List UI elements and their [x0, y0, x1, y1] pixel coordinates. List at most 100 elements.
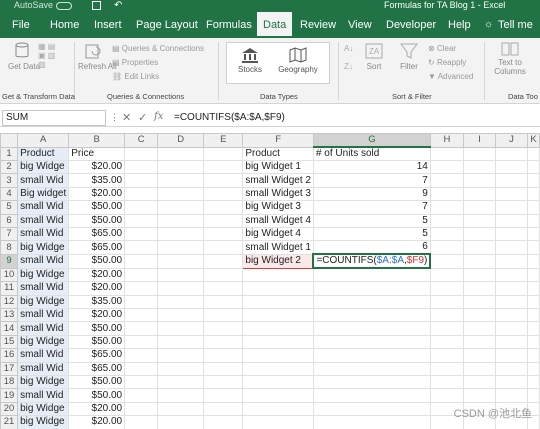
cell-d[interactable] — [157, 146, 205, 161]
cell-e[interactable] — [203, 388, 244, 403]
cell-a[interactable]: big Widge — [17, 267, 70, 283]
cell-d[interactable] — [157, 374, 205, 390]
cell-d[interactable] — [157, 173, 205, 188]
cell-a[interactable]: big Widge — [17, 334, 70, 350]
cell-k[interactable] — [527, 159, 540, 175]
tab-developer[interactable]: Developer — [386, 12, 436, 38]
cell-g[interactable]: 14 — [312, 159, 431, 175]
cell-b[interactable]: $20.00 — [68, 401, 126, 417]
text-to-columns-button[interactable]: Text to Columns — [490, 42, 530, 76]
row-header[interactable]: 19 — [0, 388, 19, 403]
cell-h[interactable] — [429, 173, 465, 188]
cell-h[interactable] — [429, 253, 465, 269]
save-icon[interactable] — [92, 1, 101, 10]
formula-input[interactable]: =COUNTIFS($A:$A,$F9) — [174, 112, 285, 123]
cell-h[interactable] — [429, 267, 465, 283]
cell-e[interactable] — [203, 186, 244, 202]
cell-c[interactable] — [124, 361, 159, 376]
cell-g[interactable]: 6 — [312, 240, 431, 255]
cell-j[interactable] — [494, 173, 529, 188]
cell-h[interactable] — [429, 200, 465, 215]
row-header[interactable]: 6 — [0, 213, 19, 228]
cell-a[interactable]: big Widge — [17, 240, 70, 255]
cell-c[interactable] — [124, 388, 159, 403]
cell-f[interactable]: small Widget 1 — [242, 240, 314, 255]
cell-k[interactable] — [527, 253, 540, 269]
cell-f[interactable] — [242, 294, 314, 310]
tab-insert[interactable]: Insert — [94, 12, 122, 38]
properties-button[interactable]: ▤ Properties — [112, 58, 158, 67]
column-header-a[interactable]: A — [17, 133, 70, 148]
column-header-g[interactable]: G — [312, 133, 431, 148]
cell-d[interactable] — [157, 226, 205, 242]
cell-h[interactable] — [429, 281, 465, 296]
cell-c[interactable] — [124, 146, 159, 161]
row-header[interactable]: 7 — [0, 226, 19, 242]
cell-c[interactable] — [124, 253, 159, 269]
cell-a[interactable]: Big widget — [17, 186, 70, 202]
cell-b[interactable]: $50.00 — [68, 253, 126, 269]
column-header-f[interactable]: F — [242, 133, 314, 148]
cell-j[interactable] — [494, 226, 529, 242]
cell-i[interactable] — [463, 253, 496, 269]
tab-page-layout[interactable]: Page Layout — [136, 12, 198, 38]
cell-d[interactable] — [157, 334, 205, 350]
clear-button[interactable]: ⊗ Clear — [428, 44, 456, 53]
cell-f[interactable] — [242, 334, 314, 350]
cell-k[interactable] — [527, 146, 540, 161]
cell-g[interactable] — [312, 348, 431, 363]
cell-d[interactable] — [157, 213, 205, 228]
cell-d[interactable] — [157, 308, 205, 323]
cell-h[interactable] — [429, 159, 465, 175]
cell-i[interactable] — [463, 321, 496, 336]
cell-i[interactable] — [463, 186, 496, 202]
cell-a[interactable]: small Wid — [17, 361, 70, 376]
cell-d[interactable] — [157, 415, 205, 429]
row-header[interactable]: 13 — [0, 308, 19, 323]
cell-k[interactable] — [527, 374, 540, 390]
cell-d[interactable] — [157, 388, 205, 403]
cell-k[interactable] — [527, 267, 540, 283]
cell-b[interactable]: $65.00 — [68, 348, 126, 363]
cell-a[interactable]: small Wid — [17, 308, 70, 323]
cell-k[interactable] — [527, 173, 540, 188]
row-header[interactable]: 18 — [0, 374, 19, 390]
cell-h[interactable] — [429, 213, 465, 228]
filter-button[interactable]: Filter — [396, 42, 422, 71]
row-header[interactable]: 21 — [0, 415, 19, 429]
cell-j[interactable] — [494, 361, 529, 376]
cell-d[interactable] — [157, 253, 205, 269]
cell-c[interactable] — [124, 200, 159, 215]
cell-e[interactable] — [203, 173, 244, 188]
data-types-gallery[interactable]: Stocks Geography — [226, 42, 330, 84]
cell-e[interactable] — [203, 308, 244, 323]
cell-g[interactable]: # of Units sold — [312, 146, 431, 161]
cell-f[interactable] — [242, 401, 314, 417]
cell-b[interactable]: $20.00 — [68, 415, 126, 429]
row-header[interactable]: 20 — [0, 401, 19, 417]
cell-d[interactable] — [157, 200, 205, 215]
cell-k[interactable] — [527, 294, 540, 310]
cell-i[interactable] — [463, 173, 496, 188]
cell-b[interactable]: $20.00 — [68, 267, 126, 283]
row-header[interactable]: 5 — [0, 200, 19, 215]
cell-e[interactable] — [203, 374, 244, 390]
cell-c[interactable] — [124, 334, 159, 350]
cell-a[interactable]: small Wid — [17, 213, 70, 228]
column-header-i[interactable]: I — [463, 133, 496, 148]
cell-i[interactable] — [463, 388, 496, 403]
cell-k[interactable] — [527, 240, 540, 255]
cell-b[interactable]: $35.00 — [68, 173, 126, 188]
column-header-b[interactable]: B — [68, 133, 126, 148]
cell-e[interactable] — [203, 240, 244, 255]
cell-f[interactable]: big Widget 4 — [242, 226, 314, 242]
tab-file[interactable]: File — [12, 12, 30, 38]
cell-b[interactable]: $20.00 — [68, 308, 126, 323]
cell-k[interactable] — [527, 334, 540, 350]
cell-b[interactable]: $50.00 — [68, 388, 126, 403]
row-header[interactable]: 10 — [0, 267, 19, 283]
geography-button[interactable]: Geography — [275, 47, 321, 74]
cell-d[interactable] — [157, 361, 205, 376]
cell-h[interactable] — [429, 146, 465, 161]
cell-g[interactable] — [312, 361, 431, 376]
